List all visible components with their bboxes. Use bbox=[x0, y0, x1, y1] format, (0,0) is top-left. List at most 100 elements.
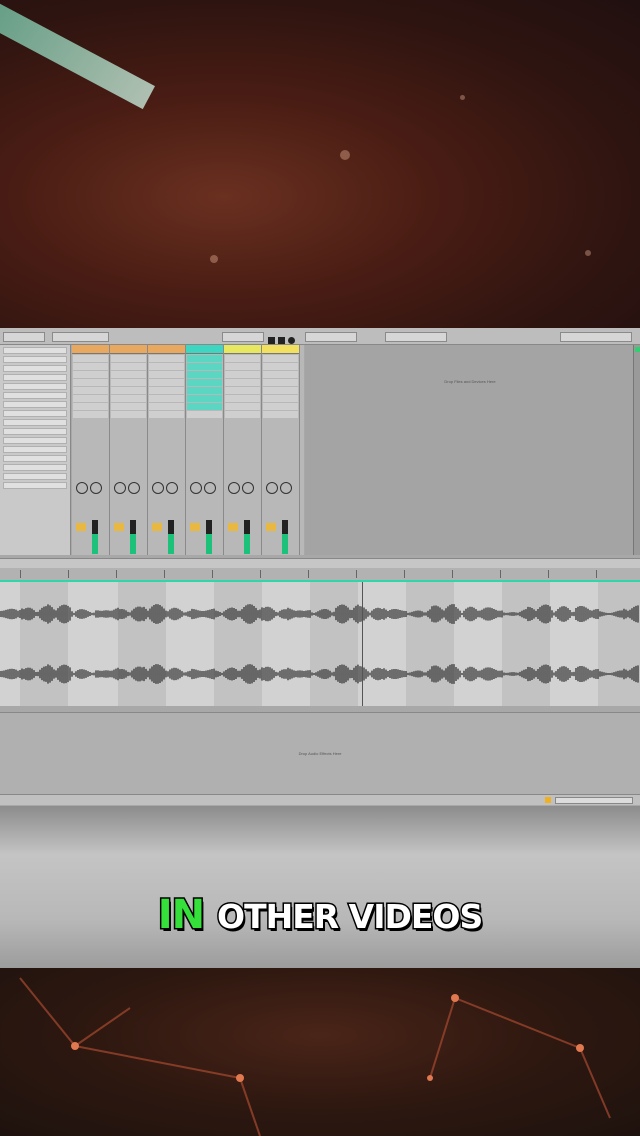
clip-slot[interactable] bbox=[111, 363, 146, 370]
tempo-field[interactable] bbox=[3, 332, 45, 342]
send-a-knob-icon[interactable] bbox=[190, 482, 202, 494]
clip-slot[interactable] bbox=[73, 355, 108, 362]
track-header[interactable] bbox=[224, 345, 261, 354]
clip-slot[interactable] bbox=[73, 403, 108, 410]
track-header[interactable] bbox=[72, 345, 109, 354]
track-column[interactable] bbox=[262, 345, 300, 555]
track-activator-button[interactable] bbox=[228, 523, 238, 531]
track-column[interactable] bbox=[186, 345, 224, 555]
audio-waveform-editor[interactable] bbox=[0, 582, 640, 706]
clip-slot[interactable] bbox=[149, 403, 184, 410]
track-header[interactable] bbox=[148, 345, 185, 354]
clip-slot[interactable] bbox=[263, 387, 298, 394]
clip-slot[interactable] bbox=[187, 403, 222, 410]
clip-slot[interactable] bbox=[225, 395, 260, 402]
send-knobs[interactable] bbox=[190, 481, 218, 501]
clip-slot[interactable] bbox=[73, 371, 108, 378]
send-b-knob-icon[interactable] bbox=[242, 482, 254, 494]
clip-slot[interactable] bbox=[111, 371, 146, 378]
clip-slot[interactable] bbox=[149, 371, 184, 378]
clip-slot[interactable] bbox=[73, 411, 108, 418]
track-column[interactable] bbox=[72, 345, 110, 555]
send-b-knob-icon[interactable] bbox=[166, 482, 178, 494]
clip-slot[interactable] bbox=[225, 411, 260, 418]
volume-meter[interactable] bbox=[206, 520, 212, 554]
send-b-knob-icon[interactable] bbox=[128, 482, 140, 494]
send-knobs[interactable] bbox=[228, 481, 256, 501]
volume-meter[interactable] bbox=[244, 520, 250, 554]
clip-slot[interactable] bbox=[187, 371, 222, 378]
clip-slot[interactable] bbox=[73, 387, 108, 394]
track-header[interactable] bbox=[262, 345, 299, 354]
clip-slot[interactable] bbox=[149, 379, 184, 386]
track-activator-button[interactable] bbox=[190, 523, 200, 531]
device-browser[interactable] bbox=[0, 345, 71, 555]
clip-slot[interactable] bbox=[187, 395, 222, 402]
send-b-knob-icon[interactable] bbox=[280, 482, 292, 494]
volume-meter[interactable] bbox=[168, 520, 174, 554]
clip-slot[interactable] bbox=[111, 387, 146, 394]
clip-slot[interactable] bbox=[73, 379, 108, 386]
send-knobs[interactable] bbox=[266, 481, 294, 501]
clip-slot[interactable] bbox=[187, 363, 222, 370]
send-knobs[interactable] bbox=[76, 481, 104, 501]
clip-slot[interactable] bbox=[225, 387, 260, 394]
playhead-marker[interactable] bbox=[362, 582, 363, 706]
quantize-menu[interactable] bbox=[52, 332, 109, 342]
track-header[interactable] bbox=[110, 345, 147, 354]
position-field[interactable] bbox=[222, 332, 264, 342]
clip-slot[interactable] bbox=[73, 395, 108, 402]
send-knobs[interactable] bbox=[114, 481, 142, 501]
clip-slot[interactable] bbox=[263, 403, 298, 410]
record-icon[interactable] bbox=[288, 337, 295, 344]
clip-slot[interactable] bbox=[263, 411, 298, 418]
clip-slot[interactable] bbox=[149, 395, 184, 402]
clip-slot[interactable] bbox=[149, 355, 184, 362]
volume-meter[interactable] bbox=[92, 520, 98, 554]
clip-slot[interactable] bbox=[225, 371, 260, 378]
timeline-ruler[interactable] bbox=[0, 568, 640, 582]
track-column[interactable] bbox=[148, 345, 186, 555]
master-clip-indicator[interactable] bbox=[635, 347, 640, 352]
track-activator-button[interactable] bbox=[114, 523, 124, 531]
clip-slot[interactable] bbox=[111, 403, 146, 410]
clip-slot[interactable] bbox=[263, 363, 298, 370]
volume-meter[interactable] bbox=[130, 520, 136, 554]
clip-slot[interactable] bbox=[111, 411, 146, 418]
clip-slot[interactable] bbox=[263, 355, 298, 362]
clip-slot[interactable] bbox=[187, 379, 222, 386]
automation-controls[interactable] bbox=[305, 332, 357, 342]
volume-meter[interactable] bbox=[282, 520, 288, 554]
clip-slot[interactable] bbox=[225, 355, 260, 362]
track-header[interactable] bbox=[186, 345, 223, 354]
session-drop-zone[interactable]: Drop Files and Devices Here bbox=[305, 345, 635, 555]
track-column[interactable] bbox=[110, 345, 148, 555]
track-activator-button[interactable] bbox=[152, 523, 162, 531]
clip-slot[interactable] bbox=[187, 387, 222, 394]
clip-slot[interactable] bbox=[263, 395, 298, 402]
clip-slot[interactable] bbox=[187, 411, 222, 418]
play-icon[interactable] bbox=[268, 337, 275, 344]
track-column[interactable] bbox=[224, 345, 262, 555]
clip-slot[interactable] bbox=[225, 363, 260, 370]
clip-slot[interactable] bbox=[263, 379, 298, 386]
clip-slot[interactable] bbox=[225, 403, 260, 410]
send-a-knob-icon[interactable] bbox=[228, 482, 240, 494]
send-b-knob-icon[interactable] bbox=[90, 482, 102, 494]
send-knobs[interactable] bbox=[152, 481, 180, 501]
clip-slot[interactable] bbox=[111, 355, 146, 362]
send-a-knob-icon[interactable] bbox=[76, 482, 88, 494]
clip-slot[interactable] bbox=[263, 371, 298, 378]
clip-slot[interactable] bbox=[187, 355, 222, 362]
device-detail-view[interactable]: Drop Audio Effects Here bbox=[0, 712, 640, 795]
clip-slot[interactable] bbox=[149, 387, 184, 394]
stop-icon[interactable] bbox=[278, 337, 285, 344]
clip-slot[interactable] bbox=[149, 363, 184, 370]
track-activator-button[interactable] bbox=[266, 523, 276, 531]
clip-slot[interactable] bbox=[111, 379, 146, 386]
clip-slot[interactable] bbox=[111, 395, 146, 402]
clip-slot[interactable] bbox=[73, 363, 108, 370]
send-a-knob-icon[interactable] bbox=[114, 482, 126, 494]
loop-controls[interactable] bbox=[385, 332, 447, 342]
clip-slot[interactable] bbox=[149, 411, 184, 418]
